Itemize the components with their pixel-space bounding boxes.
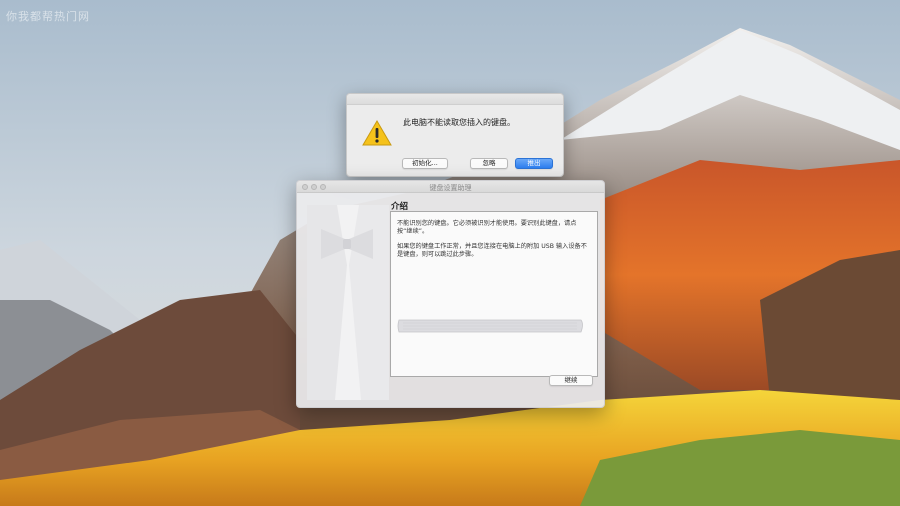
keyboard-setup-assistant-window: 键盘设置助理 介绍 不能识别您的键盘。它必须被识别才能使用。要识别此键盘，请点按… <box>296 180 605 408</box>
warning-icon <box>362 120 392 146</box>
window-titlebar: 键盘设置助理 <box>297 181 604 193</box>
watermark: 你我都帮热门网 <box>6 10 90 23</box>
alert-message: 此电脑不能读取您插入的键盘。 <box>403 118 515 127</box>
keyboard-icon <box>397 319 583 333</box>
tuxedo-illustration-icon <box>307 205 389 400</box>
eject-button[interactable]: 推出 <box>515 158 553 169</box>
keyboard-alert-dialog: 此电脑不能读取您插入的键盘。 初始化... 忽略 推出 <box>346 93 564 177</box>
initialize-button[interactable]: 初始化... <box>402 158 448 169</box>
skip-paragraph: 如果您的键盘工作正常，并且您连接在电脑上的附加 USB 输入设备不是键盘，则可以… <box>397 243 587 258</box>
content-panel: 不能识别您的键盘。它必须被识别才能使用。要识别此键盘，请点按“继续”。 如果您的… <box>390 211 598 377</box>
continue-button[interactable]: 继续 <box>549 375 593 386</box>
ignore-button[interactable]: 忽略 <box>470 158 508 169</box>
intro-paragraph: 不能识别您的键盘。它必须被识别才能使用。要识别此键盘，请点按“继续”。 <box>397 220 577 235</box>
alert-titlebar <box>347 94 563 105</box>
window-title: 键盘设置助理 <box>429 184 472 192</box>
